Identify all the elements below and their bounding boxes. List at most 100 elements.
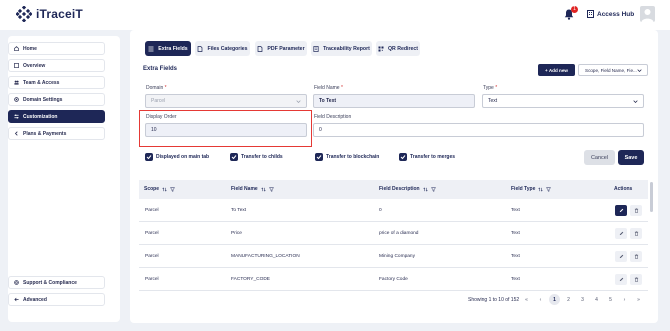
cell-scope: Parcel (145, 208, 159, 213)
filter-icon[interactable] (546, 186, 552, 192)
tab-extra-fields[interactable]: Extra Fields (145, 41, 191, 56)
pagination-last[interactable]: » (633, 294, 644, 305)
table-scrollbar[interactable] (650, 182, 653, 212)
filter-icon[interactable] (430, 186, 436, 192)
column-header-field-description[interactable]: Field Description (379, 186, 436, 192)
tab-label: Extra Fields (158, 45, 188, 52)
type-value: Text (488, 98, 498, 104)
field-description-textarea[interactable]: 0 (313, 123, 644, 137)
field-name-label: Field Name * (314, 85, 343, 91)
tab-label: Traceability Report (323, 45, 370, 52)
report-icon (313, 45, 319, 52)
sidebar-item-overview[interactable]: Overview (8, 59, 105, 72)
domain-label: Domain * (146, 85, 167, 91)
pencil-icon (619, 231, 623, 236)
delete-button[interactable] (630, 251, 642, 262)
checkbox-transfer-to-childs[interactable]: Transfer to childs (230, 153, 283, 161)
checkbox-checked-icon (399, 153, 407, 161)
user-icon (641, 9, 654, 22)
sort-icon[interactable] (260, 186, 266, 192)
edit-button[interactable] (615, 205, 627, 216)
cell-field-name: Price (231, 231, 242, 236)
edit-button[interactable] (615, 251, 627, 262)
sort-icon[interactable] (538, 186, 544, 192)
sidebar-item-customization[interactable]: Customization (8, 110, 105, 123)
sort-icon[interactable] (422, 186, 428, 192)
cell-field-name: MANUFACTURING_LOCATION (231, 254, 300, 259)
filter-icon[interactable] (268, 186, 274, 192)
field-name-input[interactable]: To Text (313, 94, 475, 108)
delete-button[interactable] (630, 228, 642, 239)
pagination-page-2[interactable]: 2 (563, 294, 574, 305)
save-button[interactable]: Save (618, 150, 644, 165)
checkbox-transfer-to-merges[interactable]: Transfer to merges (399, 153, 455, 161)
tab-files-categories[interactable]: Files Categories (195, 41, 250, 56)
field-description-label: Field Description (314, 114, 352, 120)
pagination-info: Showing 1 to 10 of 152 (468, 297, 520, 303)
cell-scope: Parcel (145, 254, 159, 259)
filter-icon[interactable] (170, 186, 176, 192)
sidebar-item-advanced[interactable]: Advanced (8, 293, 105, 306)
cancel-button[interactable]: Cancel (584, 150, 615, 165)
cell-field-description: price of a diamond (379, 231, 419, 236)
cell-scope: Parcel (145, 277, 159, 282)
chevron-down-icon (633, 100, 638, 104)
delete-button[interactable] (630, 274, 642, 285)
chevron-left-icon (14, 131, 18, 136)
cell-field-type: Text (511, 254, 520, 259)
pagination-page-5[interactable]: 5 (605, 294, 616, 305)
field-description-value: 0 (319, 127, 322, 133)
tab-qr-redirect[interactable]: QR Redirect (376, 41, 420, 56)
pagination-first[interactable]: « (521, 294, 532, 305)
logo[interactable]: iTraceiT (16, 6, 83, 22)
list-icon (148, 46, 154, 51)
sort-icon[interactable] (162, 186, 167, 192)
pagination-next[interactable]: › (619, 294, 630, 305)
file-icon (198, 45, 203, 52)
pagination-page-4[interactable]: 4 (591, 294, 602, 305)
trash-icon (634, 277, 638, 282)
pencil-icon (619, 277, 623, 282)
tab-traceability-report[interactable]: Traceability Report (311, 41, 372, 56)
sidebar-item-plans-payments[interactable]: Plans & Payments (8, 127, 105, 140)
tab-pdf-parameter[interactable]: PDF Parameter (255, 41, 307, 56)
access-hub-link[interactable]: Access Hub (587, 10, 634, 18)
cell-scope: Parcel (145, 231, 159, 236)
add-new-button[interactable]: + Add new (538, 64, 575, 76)
column-header-scope[interactable]: Scope (144, 186, 176, 192)
cell-field-type: Text (511, 208, 520, 213)
edit-button[interactable] (615, 228, 627, 239)
delete-button[interactable] (630, 205, 642, 216)
pagination-page-1[interactable]: 1 (549, 294, 560, 305)
checkbox-transfer-to-blockchain[interactable]: Transfer to blockchain (315, 153, 379, 161)
trash-icon (634, 208, 638, 213)
sidebar-item-support-compliance[interactable]: Support & Compliance (8, 276, 105, 289)
domain-select[interactable]: Parcel (145, 94, 307, 108)
checkbox-displayed-on-main-tab[interactable]: Displayed on main tab (145, 153, 209, 161)
scope-filter-value: Scope, Field Name, Fie... (585, 67, 637, 73)
sidebar-item-home[interactable]: Home (8, 42, 105, 55)
column-header-actions: Actions (614, 186, 633, 192)
type-select[interactable]: Text (482, 94, 644, 108)
logo-icon (16, 6, 32, 22)
pencil-icon (619, 208, 623, 213)
top-bar: iTraceiT 1 Access Hub (0, 0, 670, 30)
column-header-field-type[interactable]: Field Type (511, 186, 552, 192)
cell-field-description: Factory Code (379, 277, 408, 282)
sidebar-item-team-access[interactable]: Team & Access (8, 76, 105, 89)
pagination-page-3[interactable]: 3 (577, 294, 588, 305)
avatar[interactable] (640, 6, 655, 22)
column-header-field-name[interactable]: Field Name (231, 186, 274, 192)
pencil-icon (619, 254, 623, 259)
pagination-prev[interactable]: ‹ (535, 294, 546, 305)
cell-field-name: To Text (231, 208, 247, 213)
scope-filter-select[interactable]: Scope, Field Name, Fie... (578, 64, 648, 76)
edit-button[interactable] (615, 274, 627, 285)
checkbox-label: Transfer to merges (410, 154, 456, 160)
qr-code-icon (378, 46, 384, 51)
checkbox-label: Transfer to blockchain (326, 154, 380, 160)
sidebar-item-domain-settings[interactable]: Domain Settings (8, 93, 105, 106)
cell-field-name: FACTORY_CODE (231, 277, 271, 282)
cell-field-description: 0 (379, 208, 382, 213)
pdf-file-icon (258, 45, 263, 52)
